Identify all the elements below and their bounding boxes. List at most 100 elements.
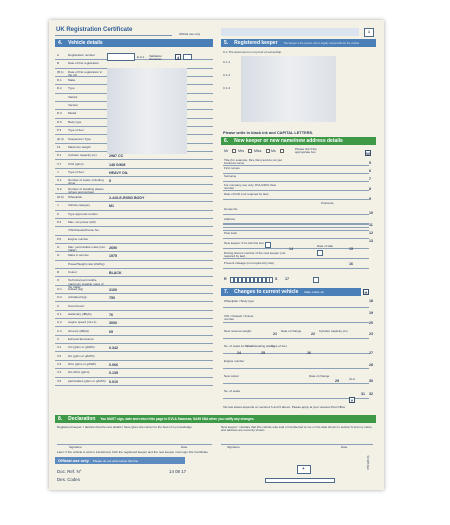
new-keeper-field-line[interactable] xyxy=(223,165,369,166)
vehicle-row-code: O.1 xyxy=(57,286,62,291)
vehicle-row-divider xyxy=(55,343,213,345)
vehicle-row-code: K xyxy=(57,211,60,216)
new-keeper-field-line[interactable] xyxy=(223,199,369,200)
s-label: S xyxy=(275,277,278,281)
title-underline xyxy=(55,35,172,36)
right-signature-label: Signature xyxy=(227,445,240,449)
vehicle-row-label: Colour xyxy=(68,270,77,275)
new-keeper-field-label: Date of birth (not required by law) xyxy=(224,192,269,196)
mileage-digit-box[interactable] xyxy=(266,277,270,283)
vehicle-row-value: 76 xyxy=(109,312,113,317)
title-option-mr[interactable]: Mr xyxy=(224,149,228,154)
new-keeper-field-label: Post town xyxy=(224,231,238,235)
new-keeper-field-label: Present mileage (not required by law) xyxy=(224,261,274,265)
doc-ref-label: Doc. Ref. N° xyxy=(57,469,82,474)
vehicle-change-field-label: New colour xyxy=(224,374,240,378)
vehicle-row-value: 750 xyxy=(109,296,115,301)
vehicle-change-box-number: 20 xyxy=(369,321,373,325)
registration-number-field[interactable] xyxy=(107,53,135,61)
vehicle-row-code: V.3 xyxy=(57,361,62,366)
vehicle-row-label: Suspension Type xyxy=(68,136,91,141)
vehicle-row-divider xyxy=(55,167,213,169)
vehicle-change-box-number: 21 xyxy=(273,332,277,336)
new-keeper-field-line[interactable] xyxy=(223,173,369,174)
validation-field[interactable] xyxy=(183,54,192,60)
new-keeper-field-label: Surname xyxy=(224,174,237,178)
redacted-keeper-address xyxy=(241,56,336,122)
section-5-note: The keeper is the person who is legally … xyxy=(283,41,360,45)
address-line[interactable] xyxy=(223,230,369,231)
section-5-title: Registered keeper xyxy=(234,40,278,46)
new-keeper-box-number: 10 xyxy=(369,211,373,215)
new-keeper-field-line[interactable] xyxy=(223,258,369,259)
vehicle-row-code: R xyxy=(57,270,60,275)
title-mr-checkbox[interactable] xyxy=(232,149,236,153)
new-keeper-tick-box[interactable] xyxy=(317,250,323,256)
title-other-note: Please tick if the appropriate box xyxy=(295,147,317,154)
address-line[interactable] xyxy=(223,226,369,228)
vehicle-row-divider xyxy=(55,351,213,353)
title-option-mrs[interactable]: Mrs xyxy=(238,149,244,154)
vehicle-row-code: D.2 xyxy=(57,86,62,91)
vehicle-change-field-label: VIN / Chassis / Frame number xyxy=(224,314,254,322)
vehicle-change-field-line[interactable] xyxy=(223,353,369,354)
vehicle-change-field-line[interactable] xyxy=(223,322,369,323)
new-keeper-box-number: 13 xyxy=(369,239,373,243)
keeper-code-1: C.1.1 xyxy=(223,60,231,64)
new-keeper-field-line[interactable] xyxy=(223,181,369,182)
vehicle-change-field-line[interactable] xyxy=(223,398,369,399)
address-line[interactable] xyxy=(223,223,369,224)
y-box: Y xyxy=(349,397,355,403)
section-4-number: 4. xyxy=(58,40,63,46)
new-keeper-field-line[interactable] xyxy=(223,190,369,191)
title-mrs-checkbox[interactable] xyxy=(248,149,252,153)
declaration-footer: Later: if the vehicle is sold or transfe… xyxy=(57,450,209,454)
vehicle-row-label: Vehicle category xyxy=(68,203,91,208)
vehicle-change-field-line[interactable] xyxy=(223,307,369,308)
page-number: 1 xyxy=(368,30,370,34)
new-keeper-field-line[interactable] xyxy=(223,238,369,239)
vehicle-row-value: HEAVY OIL xyxy=(109,170,129,175)
vehicle-row-value: BLACK xyxy=(109,271,122,276)
vehicle-row-value: 5 xyxy=(109,179,111,184)
new-keeper-field-label: House No. xyxy=(224,207,239,211)
registration-certificate: UK Registration Certificate Official use… xyxy=(49,20,384,490)
new-keeper-field-line[interactable] xyxy=(223,214,369,215)
vehicle-row-divider xyxy=(55,201,213,203)
vehicle-row-value: 148 G/KM xyxy=(109,162,126,167)
new-keeper-tick-box[interactable] xyxy=(313,277,319,283)
vehicle-row-label: Type of fuel xyxy=(68,169,84,174)
vehicle-row-divider xyxy=(55,176,213,178)
vehicle-row-label: CO2 (g/km) xyxy=(68,161,84,166)
vehicle-change-field-line[interactable] xyxy=(223,368,369,369)
new-keeper-tick-box[interactable] xyxy=(265,242,271,248)
vehicle-row-label: Exhaust Emissions: xyxy=(68,336,95,341)
vehicle-row-divider xyxy=(55,259,213,261)
title-miss-checkbox[interactable] xyxy=(266,149,270,153)
title-ms-checkbox[interactable] xyxy=(280,149,284,153)
vehicle-row-divider xyxy=(55,226,213,228)
vehicle-row-divider xyxy=(55,293,213,294)
new-keeper-field-line[interactable] xyxy=(223,248,369,249)
validation-character-value: 4 xyxy=(176,54,180,60)
vehicle-row-label: Mass in service xyxy=(68,253,89,258)
new-keeper-box-number: 8 xyxy=(369,187,371,191)
vehicle-change-box-number: 29 xyxy=(335,379,339,383)
vehicle-change-field-line[interactable] xyxy=(223,338,369,339)
vehicle-change-field-line[interactable] xyxy=(223,383,369,384)
vehicle-row-value: 2690 xyxy=(109,246,117,251)
vehicle-change-box-number: 28 xyxy=(369,363,373,367)
title-option-miss[interactable]: Miss xyxy=(254,149,261,154)
title-option-ms[interactable]: Ms xyxy=(271,149,276,154)
section-8-title: Declaration xyxy=(68,416,96,422)
new-keeper-field-line[interactable] xyxy=(223,268,369,269)
vehicle-row-label: Type xyxy=(68,86,75,91)
new-keeper-field-line[interactable] xyxy=(223,224,369,225)
section-5-header: 5. Registered keeper The keeper is the p… xyxy=(221,39,376,47)
vehicle-change-field-label: Date of change xyxy=(309,374,330,378)
vehicle-change-field-label: Type of fuel xyxy=(271,344,287,348)
vehicle-row-code: B xyxy=(57,61,60,66)
section-8-note: You MUST sign, date and return this page… xyxy=(100,417,255,421)
vehicle-change-field-label: Date of change xyxy=(281,329,302,333)
vehicle-row-divider xyxy=(55,301,213,303)
